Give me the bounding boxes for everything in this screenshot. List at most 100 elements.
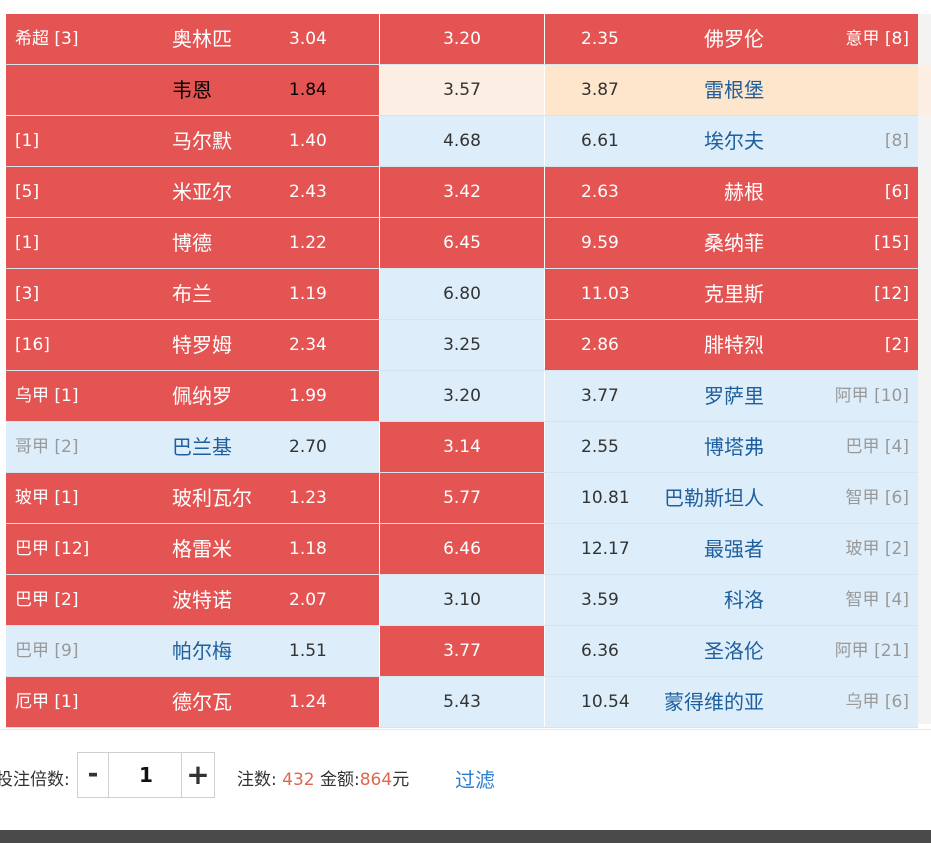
match-row: [5] 米亚尔 2.43 3.42 2.63 赫根 [6] [6, 167, 918, 218]
draw-cell[interactable]: 5.77 [379, 473, 544, 523]
draw-odds: 4.68 [443, 131, 481, 151]
away-win-odds: 12.17 [581, 539, 630, 559]
increase-multiplier-button[interactable]: + [181, 753, 214, 797]
home-win-cell[interactable]: 希超 [3] 奥林匹 3.04 [6, 14, 379, 64]
home-win-cell[interactable]: 哥甲 [2] 巴兰基 2.70 [6, 422, 379, 472]
home-league-rank: 巴甲 [12] [15, 539, 90, 559]
away-win-cell[interactable]: 2.35 佛罗伦 意甲 [8] [544, 14, 918, 64]
home-win-cell[interactable]: [1] 马尔默 1.40 [6, 116, 379, 166]
away-win-cell[interactable]: 10.54 蒙得维的亚 乌甲 [6] [544, 677, 918, 727]
away-win-cell[interactable]: 9.59 桑纳菲 [15] [544, 218, 918, 268]
away-league-rank: 意甲 [8] [845, 29, 909, 49]
home-win-odds: 1.84 [289, 80, 327, 100]
away-league-rank: [12] [874, 284, 909, 304]
home-win-cell[interactable]: [1] 博德 1.22 [6, 218, 379, 268]
home-team: 德尔瓦 [172, 690, 232, 714]
away-win-cell[interactable]: 11.03 克里斯 [12] [544, 269, 918, 319]
multiplier-input[interactable]: 1 [109, 753, 183, 797]
away-league-rank: [8] [884, 131, 909, 151]
away-win-cell[interactable]: 6.36 圣洛伦 阿甲 [21] [544, 626, 918, 676]
away-team: 佛罗伦 [704, 27, 764, 51]
draw-cell[interactable]: 6.45 [379, 218, 544, 268]
away-win-cell[interactable]: 3.87 雷根堡 [544, 65, 918, 115]
draw-cell[interactable]: 3.57 [379, 65, 544, 115]
draw-cell[interactable]: 3.77 [379, 626, 544, 676]
amount-unit: 元 [392, 770, 410, 790]
away-win-odds: 3.87 [581, 80, 619, 100]
away-win-cell[interactable]: 3.59 科洛 智甲 [4] [544, 575, 918, 625]
away-team: 巴勒斯坦人 [664, 486, 764, 510]
multiplier-stepper: - 1 + [77, 752, 215, 798]
match-row: [16] 特罗姆 2.34 3.25 2.86 腓特烈 [2] [6, 320, 918, 371]
draw-cell[interactable]: 3.10 [379, 575, 544, 625]
home-win-cell[interactable]: 巴甲 [9] 帕尔梅 1.51 [6, 626, 379, 676]
match-row: 厄甲 [1] 德尔瓦 1.24 5.43 10.54 蒙得维的亚 乌甲 [6] [6, 677, 918, 728]
home-team: 马尔默 [172, 129, 232, 153]
draw-odds: 3.57 [443, 80, 481, 100]
home-win-cell[interactable]: [16] 特罗姆 2.34 [6, 320, 379, 370]
draw-cell[interactable]: 3.20 [379, 371, 544, 421]
home-win-cell[interactable]: 厄甲 [1] 德尔瓦 1.24 [6, 677, 379, 727]
away-win-cell[interactable]: 2.63 赫根 [6] [544, 167, 918, 217]
home-win-odds: 1.22 [289, 233, 327, 253]
away-win-cell[interactable]: 10.81 巴勒斯坦人 智甲 [6] [544, 473, 918, 523]
away-win-odds: 3.77 [581, 386, 619, 406]
home-win-cell[interactable]: 玻甲 [1] 玻利瓦尔 1.23 [6, 473, 379, 523]
away-league-rank: 乌甲 [6] [845, 692, 909, 712]
away-league-rank: 智甲 [6] [845, 488, 909, 508]
away-team: 埃尔夫 [704, 129, 764, 153]
draw-odds: 5.77 [443, 488, 481, 508]
home-win-cell[interactable]: [3] 布兰 1.19 [6, 269, 379, 319]
away-win-cell[interactable]: 3.77 罗萨里 阿甲 [10] [544, 371, 918, 421]
away-league-rank: [2] [884, 335, 909, 355]
draw-odds: 3.42 [443, 182, 481, 202]
away-win-odds: 10.54 [581, 692, 630, 712]
amount-label: 金额: [314, 770, 360, 790]
home-league-rank: 巴甲 [2] [15, 590, 79, 610]
away-team: 克里斯 [704, 282, 764, 306]
home-win-odds: 2.43 [289, 182, 327, 202]
home-win-cell[interactable]: 乌甲 [1] 佩纳罗 1.99 [6, 371, 379, 421]
away-win-cell[interactable]: 6.61 埃尔夫 [8] [544, 116, 918, 166]
match-row: 希超 [3] 奥林匹 3.04 3.20 2.35 佛罗伦 意甲 [8] [6, 14, 918, 65]
away-win-cell[interactable]: 12.17 最强者 玻甲 [2] [544, 524, 918, 574]
draw-cell[interactable]: 6.46 [379, 524, 544, 574]
match-odds-table: 希超 [3] 奥林匹 3.04 3.20 2.35 佛罗伦 意甲 [8] 韦恩 1.84 3.57… [6, 14, 918, 728]
draw-cell[interactable]: 3.20 [379, 14, 544, 64]
draw-cell[interactable]: 4.68 [379, 116, 544, 166]
home-league-rank: 乌甲 [1] [15, 386, 79, 406]
away-team: 最强者 [704, 537, 764, 561]
home-league-rank: 巴甲 [9] [15, 641, 79, 661]
away-team: 科洛 [724, 588, 764, 612]
away-team: 雷根堡 [704, 78, 764, 102]
draw-cell[interactable]: 3.42 [379, 167, 544, 217]
away-league-rank: [6] [884, 182, 909, 202]
match-row: 乌甲 [1] 佩纳罗 1.99 3.20 3.77 罗萨里 阿甲 [10] [6, 371, 918, 422]
draw-cell[interactable]: 6.80 [379, 269, 544, 319]
away-team: 蒙得维的亚 [664, 690, 764, 714]
home-league-rank: 玻甲 [1] [15, 488, 79, 508]
filter-link[interactable]: 过滤 [455, 764, 495, 793]
away-team: 桑纳菲 [704, 231, 764, 255]
draw-cell[interactable]: 5.43 [379, 677, 544, 727]
home-team: 布兰 [172, 282, 212, 306]
home-win-cell[interactable]: [5] 米亚尔 2.43 [6, 167, 379, 217]
multiplier-label: 投注倍数: [0, 770, 70, 790]
home-win-cell[interactable]: 巴甲 [12] 格雷米 1.18 [6, 524, 379, 574]
home-win-cell[interactable]: 韦恩 1.84 [6, 65, 379, 115]
home-win-cell[interactable]: 巴甲 [2] 波特诺 2.07 [6, 575, 379, 625]
away-team: 赫根 [724, 180, 764, 204]
home-team: 玻利瓦尔 [172, 486, 252, 510]
away-league-rank: 阿甲 [21] [834, 641, 909, 661]
match-row: 巴甲 [12] 格雷米 1.18 6.46 12.17 最强者 玻甲 [2] [6, 524, 918, 575]
draw-odds: 3.77 [443, 641, 481, 661]
away-win-cell[interactable]: 2.86 腓特烈 [2] [544, 320, 918, 370]
draw-cell[interactable]: 3.14 [379, 422, 544, 472]
away-league-rank: [15] [874, 233, 909, 253]
away-win-cell[interactable]: 2.55 博塔弗 巴甲 [4] [544, 422, 918, 472]
draw-cell[interactable]: 3.25 [379, 320, 544, 370]
away-team: 博塔弗 [704, 435, 764, 459]
decrease-multiplier-button[interactable]: - [78, 753, 109, 797]
match-row: [1] 博德 1.22 6.45 9.59 桑纳菲 [15] [6, 218, 918, 269]
home-win-odds: 1.40 [289, 131, 327, 151]
